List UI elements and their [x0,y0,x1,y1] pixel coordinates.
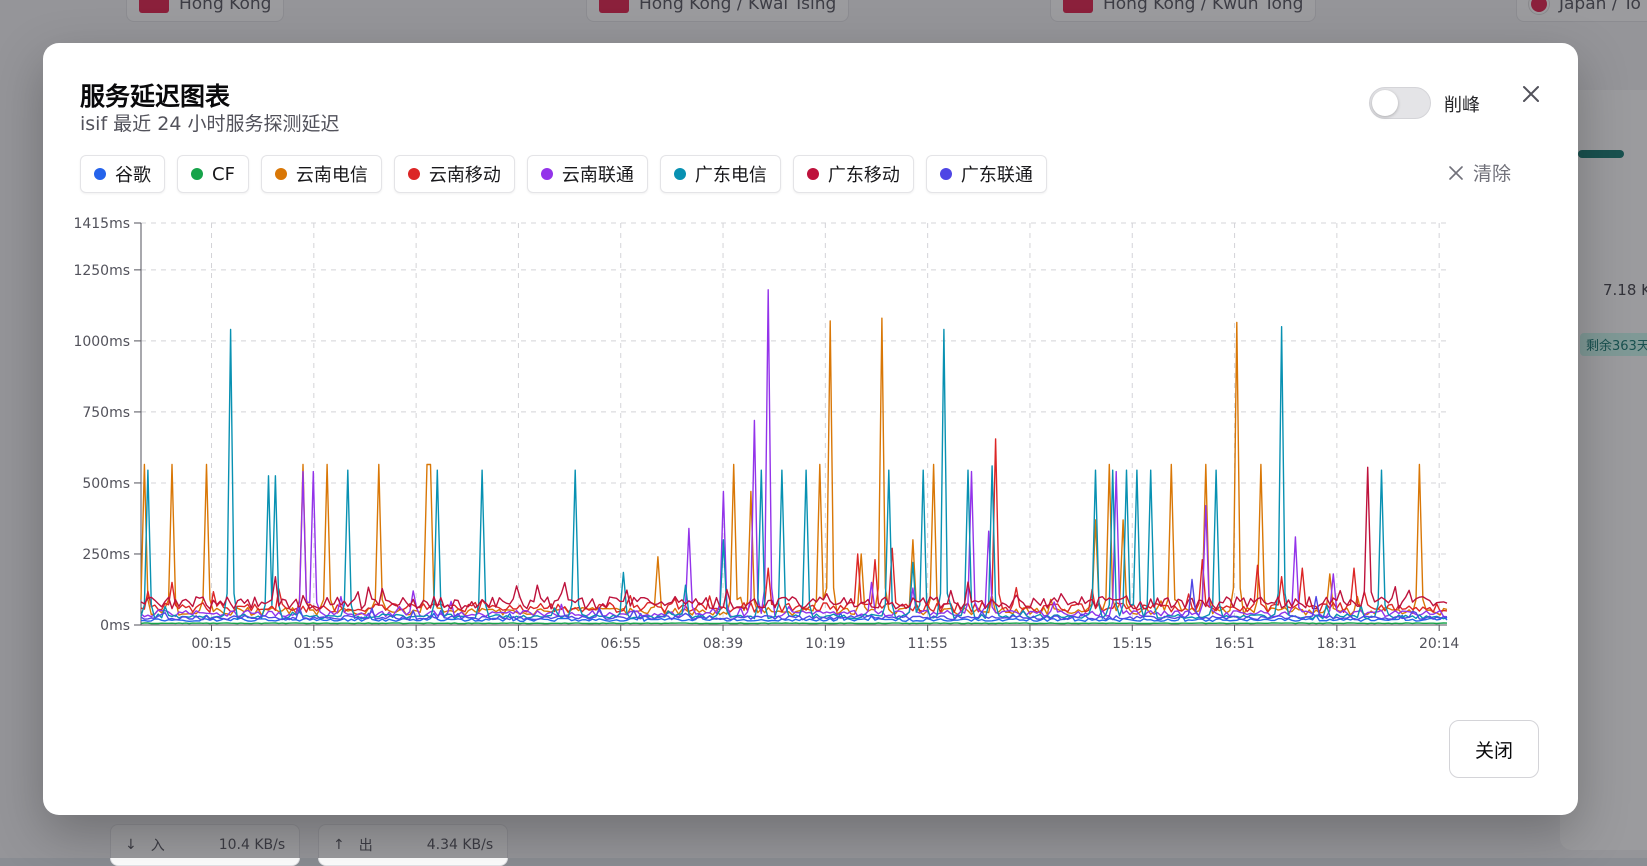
latency-chart-dialog: 服务延迟图表 isif 最近 24 小时服务探测延迟 削峰 谷歌 CF 云南电信… [43,43,1578,815]
x-tick-label: 05:15 [498,636,538,652]
series-line [140,438,1448,613]
x-tick-label: 13:35 [1010,636,1050,652]
x-tick-label: 01:55 [294,636,334,652]
x-tick-label: 11:55 [907,636,947,652]
latency-line-chart: 0ms 250ms 500ms 750ms 1000ms 1250ms 1415ms 00:1… [73,216,1459,652]
series-line [140,622,1448,625]
y-tick-label: 750ms [82,405,130,421]
x-tick-label: 00:15 [191,636,231,652]
x-tick-label: 03:35 [396,636,436,652]
x-tick-label: 18:31 [1317,636,1357,652]
x-tick-label: 20:14 [1419,636,1459,652]
y-tick-label: 1415ms [73,216,130,232]
y-tick-label: 1000ms [73,334,130,350]
y-tick-label: 250ms [82,547,130,563]
x-tick-label: 08:39 [703,636,743,652]
series-line [140,289,1448,618]
close-button[interactable]: 关闭 [1449,720,1539,778]
y-tick-label: 500ms [82,476,130,492]
y-tick-label: 1250ms [73,263,130,279]
y-tick-label: 0ms [100,618,130,634]
x-tick-label: 06:55 [601,636,641,652]
series-line [140,317,1448,616]
x-tick-label: 16:51 [1214,636,1254,652]
x-tick-label: 10:19 [805,636,845,652]
x-tick-label: 15:15 [1112,636,1152,652]
series-line [140,466,1448,610]
series-line [140,326,1448,620]
